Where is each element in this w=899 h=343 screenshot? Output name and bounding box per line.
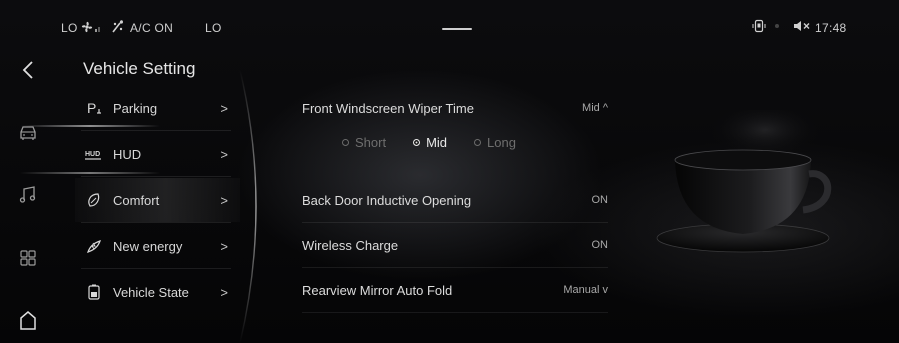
wiper-time-options: Short Mid Long bbox=[342, 135, 543, 150]
divider bbox=[81, 176, 231, 177]
menu-item-label: Vehicle State bbox=[113, 284, 189, 300]
wiper-time-row[interactable]: Front Windscreen Wiper Time Mid ^ bbox=[302, 86, 608, 130]
svg-text:HUD: HUD bbox=[85, 151, 100, 158]
wiper-option-long[interactable]: Long bbox=[474, 135, 516, 150]
wiper-time-dropdown[interactable]: Mid ^ bbox=[582, 102, 608, 114]
divider bbox=[81, 268, 231, 269]
chevron-right-icon: > bbox=[220, 146, 228, 162]
passenger-temperature[interactable]: LO bbox=[205, 21, 222, 35]
page-title: Vehicle Setting bbox=[83, 59, 196, 78]
menu-item-hud[interactable]: HUD HUD > bbox=[75, 132, 240, 176]
chevron-right-icon: > bbox=[220, 238, 228, 254]
curved-divider bbox=[239, 70, 257, 343]
setting-label: Rearview Mirror Auto Fold bbox=[302, 282, 453, 298]
menu-item-label: HUD bbox=[113, 146, 142, 162]
setting-label: Back Door Inductive Opening bbox=[302, 192, 472, 208]
back-door-row[interactable]: Back Door Inductive Opening ON bbox=[302, 178, 608, 222]
menu-item-label: New energy bbox=[113, 238, 183, 254]
option-label: Mid bbox=[426, 135, 448, 150]
wireless-charge-row[interactable]: Wireless Charge ON bbox=[302, 223, 608, 267]
back-icon[interactable] bbox=[16, 58, 40, 82]
svg-text:P: P bbox=[87, 100, 96, 116]
apps-icon[interactable] bbox=[16, 246, 40, 270]
screen: LO A/C ON LO 17:48 Vehicle Setting P Par… bbox=[0, 0, 899, 343]
menu-item-vehicle-state[interactable]: Vehicle State > bbox=[75, 270, 240, 314]
status-bar: LO A/C ON LO 17:48 bbox=[0, 0, 899, 54]
ac-status-label[interactable]: A/C ON bbox=[130, 21, 173, 35]
selection-highlight bbox=[20, 125, 160, 127]
wiper-option-short[interactable]: Short bbox=[342, 135, 386, 150]
new-energy-icon bbox=[85, 237, 103, 255]
chevron-right-icon: > bbox=[220, 100, 228, 116]
home-icon[interactable] bbox=[16, 308, 40, 332]
pull-down-handle[interactable] bbox=[442, 28, 472, 30]
option-label: Long bbox=[487, 135, 516, 150]
ac-icon[interactable] bbox=[111, 19, 125, 36]
divider bbox=[81, 222, 231, 223]
chevron-right-icon: > bbox=[220, 284, 228, 300]
left-nav-rail bbox=[0, 54, 56, 343]
divider bbox=[302, 312, 608, 313]
menu-item-label: Parking bbox=[113, 100, 158, 116]
option-label: Short bbox=[355, 135, 387, 150]
wiper-option-mid[interactable]: Mid bbox=[413, 135, 447, 150]
divider bbox=[81, 130, 231, 131]
status-dot bbox=[775, 24, 779, 28]
back-door-toggle[interactable]: ON bbox=[592, 194, 609, 206]
driver-temperature[interactable]: LO bbox=[61, 21, 78, 35]
vehicle-state-icon bbox=[85, 283, 103, 301]
setting-label: Wireless Charge bbox=[302, 237, 399, 253]
menu-item-parking[interactable]: P Parking > bbox=[75, 86, 240, 130]
phone-projection-icon[interactable] bbox=[752, 19, 766, 36]
mirror-fold-dropdown[interactable]: Manual v bbox=[563, 284, 608, 296]
parking-icon: P bbox=[85, 99, 103, 117]
fan-icon[interactable] bbox=[80, 20, 106, 37]
setting-label: Front Windscreen Wiper Time bbox=[302, 100, 474, 116]
menu-item-new-energy[interactable]: New energy > bbox=[75, 224, 240, 268]
radio-icon bbox=[474, 139, 482, 146]
comfort-icon bbox=[85, 191, 103, 209]
menu-item-comfort[interactable]: Comfort > bbox=[75, 178, 240, 222]
hud-icon: HUD bbox=[85, 145, 103, 163]
chevron-right-icon: > bbox=[220, 192, 228, 208]
coffee-cup-illustration bbox=[656, 110, 832, 253]
mirror-fold-row[interactable]: Rearview Mirror Auto Fold Manual v bbox=[302, 268, 608, 312]
radio-icon bbox=[342, 139, 349, 146]
music-icon[interactable] bbox=[16, 183, 40, 207]
clock: 17:48 bbox=[815, 21, 847, 35]
menu-item-label: Comfort bbox=[113, 192, 160, 208]
wireless-charge-toggle[interactable]: ON bbox=[592, 239, 609, 251]
mute-icon[interactable] bbox=[793, 19, 813, 36]
radio-selected-icon bbox=[413, 139, 421, 146]
selection-highlight bbox=[20, 172, 160, 174]
